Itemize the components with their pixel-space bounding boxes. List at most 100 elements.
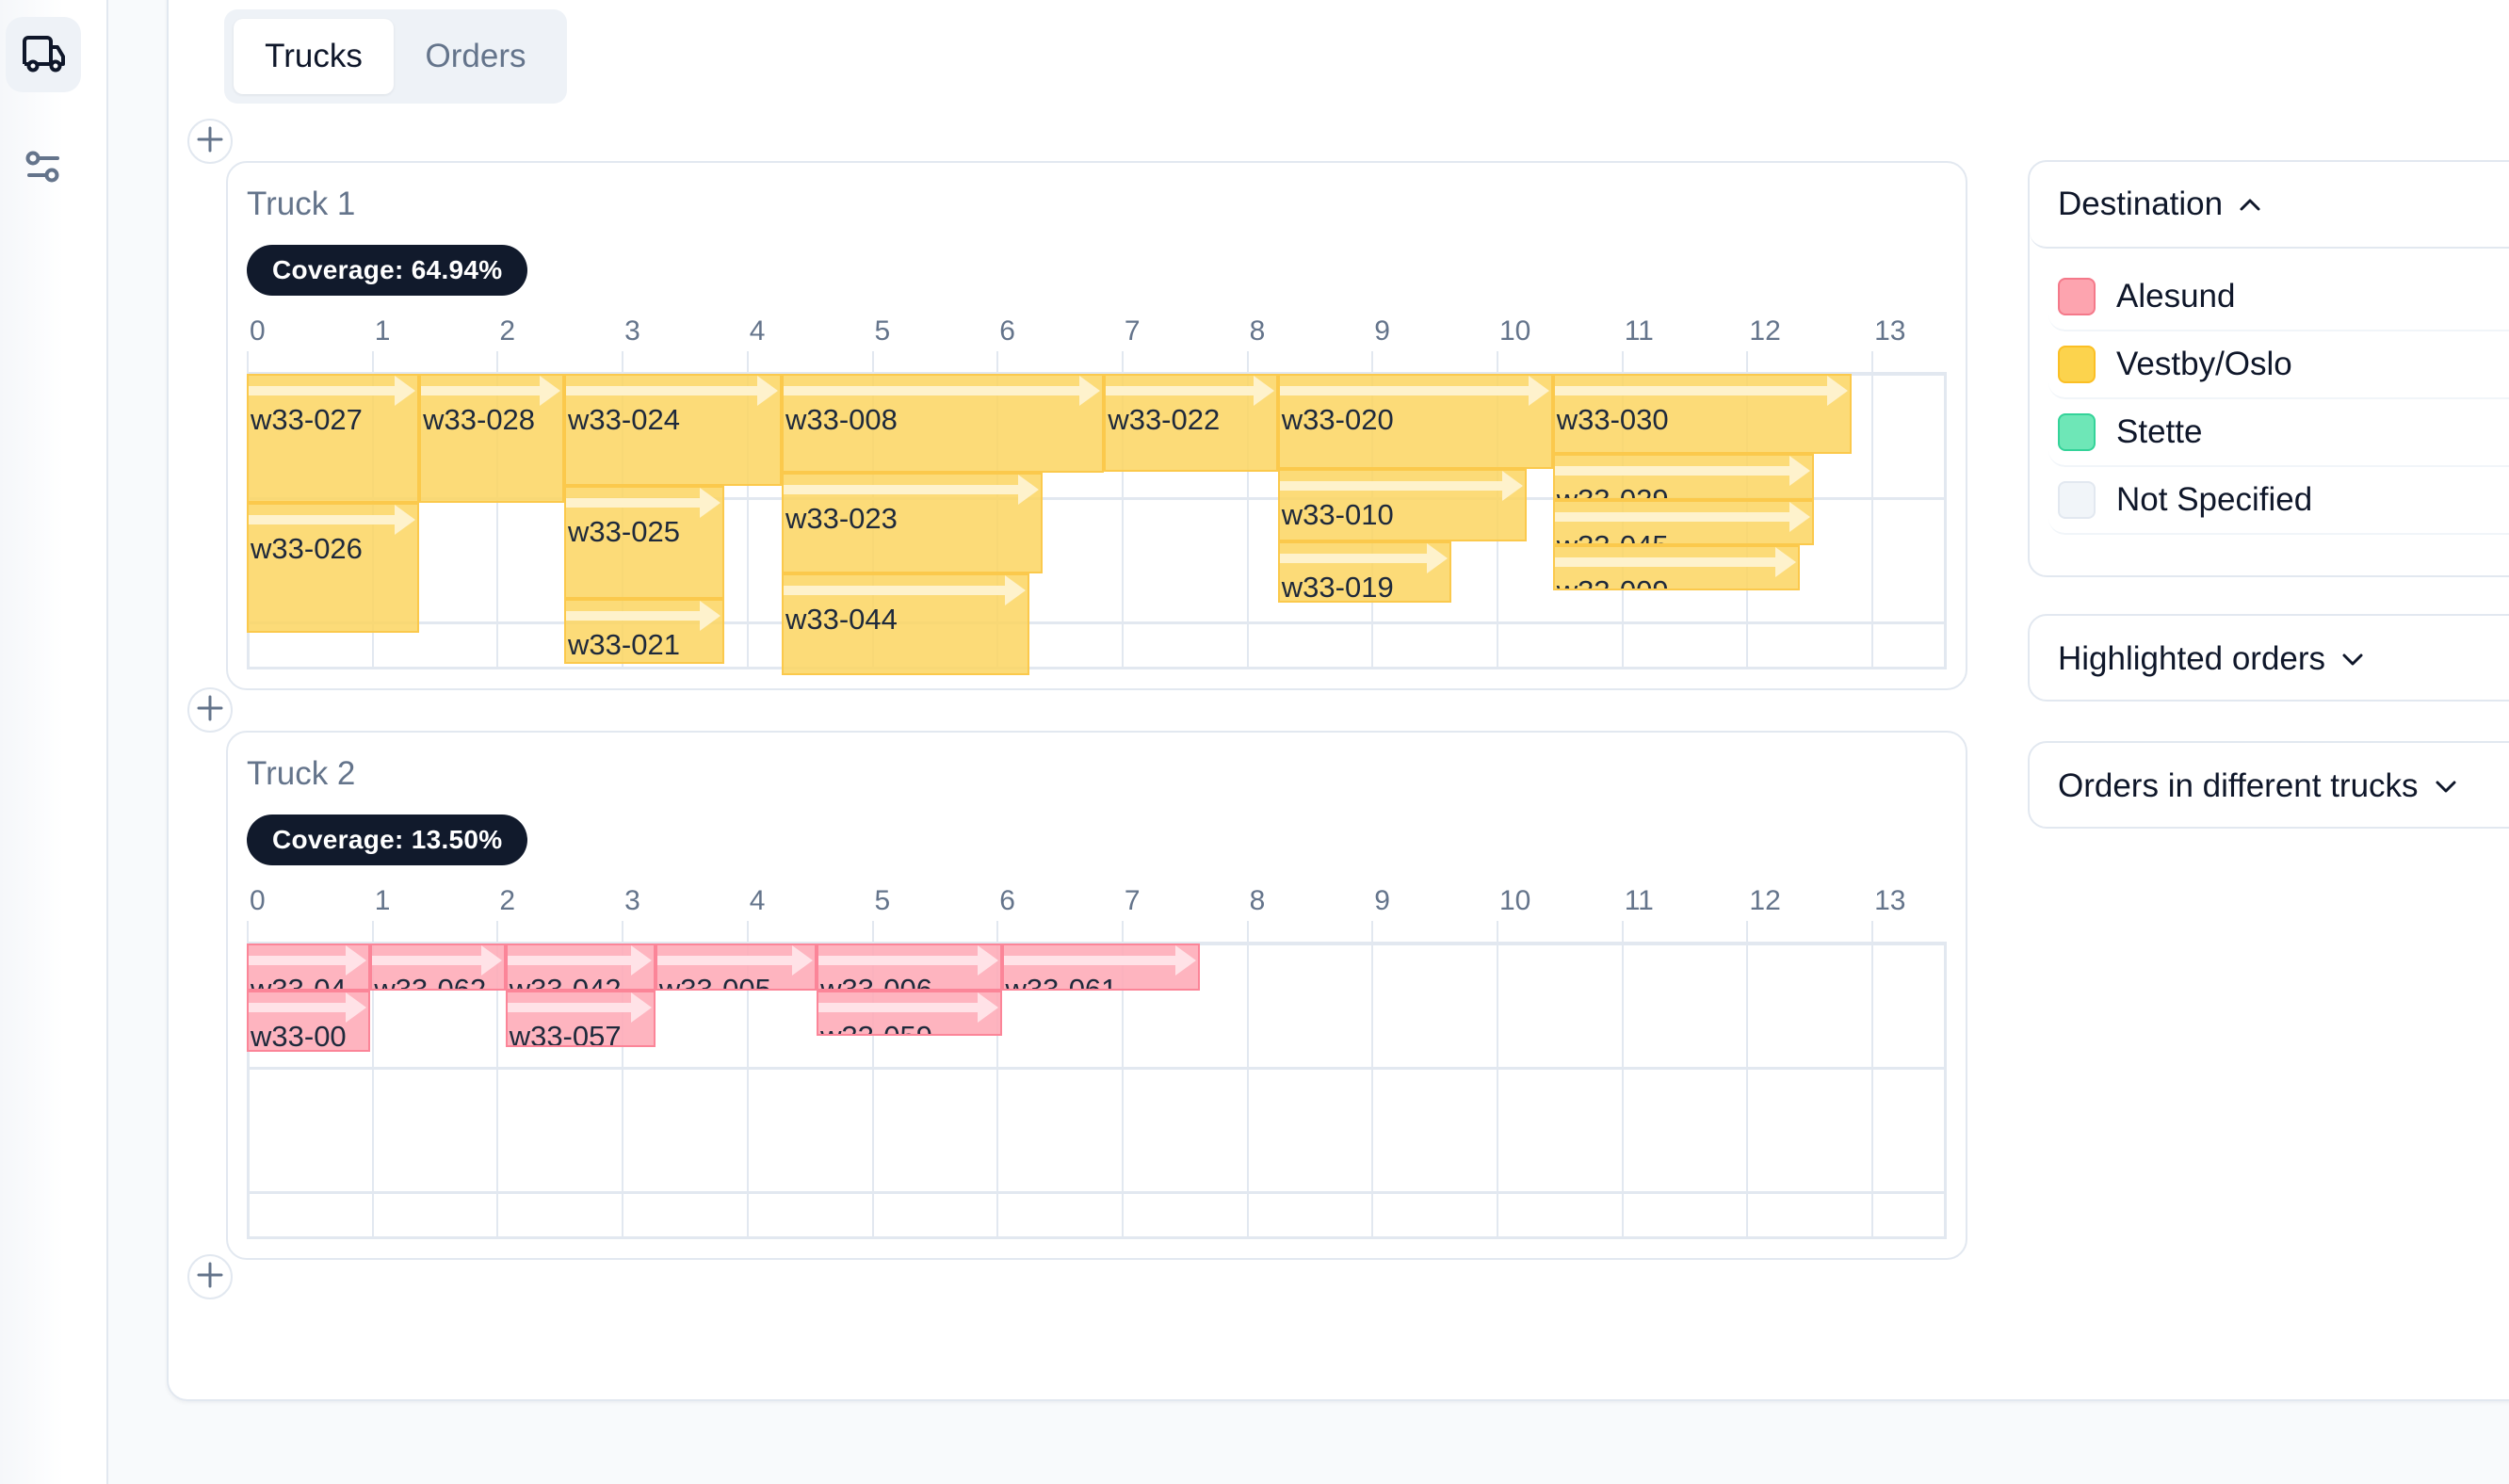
order-block[interactable]: w33-045	[1552, 500, 1815, 545]
order-block[interactable]: w33-010	[1277, 468, 1527, 541]
add-truck-button[interactable]	[187, 1254, 233, 1299]
destination-legend: Alesund Vestby/Oslo Stette Not Specified	[2030, 249, 2509, 556]
axis-tick-label: 8	[1249, 885, 1266, 916]
legend-item-vestby-oslo[interactable]: Vestby/Oslo	[2048, 331, 2509, 399]
direction-arrow-icon	[249, 504, 416, 535]
axis-tick-label: 5	[874, 315, 891, 347]
order-id: w33-00	[251, 1020, 347, 1053]
direction-arrow-icon	[1279, 376, 1549, 406]
order-block[interactable]: w33-020	[1277, 374, 1553, 469]
axis-tick-label: 3	[624, 315, 640, 347]
legend-item-alesund[interactable]: Alesund	[2048, 264, 2509, 331]
order-block[interactable]: w33-028	[419, 374, 565, 503]
direction-arrow-icon	[1554, 376, 1848, 406]
direction-arrow-icon	[1003, 945, 1197, 976]
order-id: w33-006	[820, 973, 933, 992]
direction-arrow-icon	[818, 992, 998, 1024]
add-truck-button[interactable]	[187, 119, 233, 164]
truck-title: Truck 2	[247, 755, 356, 792]
order-block[interactable]: w33-04	[247, 944, 371, 992]
direction-arrow-icon	[1279, 470, 1523, 501]
grid-line-horizontal	[247, 1066, 1947, 1070]
plus-icon	[196, 125, 224, 158]
order-block[interactable]: w33-057	[505, 991, 656, 1048]
order-block[interactable]: w33-024	[564, 374, 782, 487]
order-id: w33-042	[509, 973, 622, 992]
order-block[interactable]: w33-042	[505, 944, 656, 992]
direction-arrow-icon	[1554, 455, 1811, 486]
order-block[interactable]: w33-030	[1552, 374, 1852, 454]
axis-tick-label: 7	[1124, 315, 1141, 347]
direction-arrow-icon	[783, 474, 1040, 505]
order-id: w33-010	[1281, 497, 1394, 531]
order-block[interactable]: w33-022	[1104, 374, 1278, 472]
order-id: w33-030	[1556, 403, 1669, 436]
sliders-icon	[24, 149, 62, 186]
truck-card: Truck 1 Coverage: 64.94% 0 1 2 3 4 5 6 7 8 9 10 11 1…	[226, 161, 1967, 690]
legend-label: Not Specified	[2116, 481, 2313, 518]
chevron-down-icon	[2340, 652, 2365, 667]
order-block[interactable]: w33-019	[1277, 540, 1452, 603]
axis-tick-label: 5	[874, 885, 891, 916]
sidebar-item-settings[interactable]	[6, 130, 81, 205]
order-block[interactable]: w33-008	[781, 374, 1105, 473]
direction-arrow-icon	[1554, 502, 1811, 533]
destination-panel: Destination Alesund Vestby/Oslo Stette N…	[2028, 160, 2509, 577]
order-block[interactable]: w33-044	[781, 573, 1029, 675]
axis-tick-label: 9	[1374, 315, 1390, 347]
order-block[interactable]: w33-026	[247, 502, 420, 633]
direction-arrow-icon	[1106, 376, 1274, 406]
order-id: w33-062	[374, 973, 487, 992]
order-block[interactable]: w33-00	[247, 991, 371, 1053]
axis-tick-label: 9	[1374, 885, 1390, 916]
tab-trucks[interactable]: Trucks	[234, 19, 394, 94]
order-id: w33-019	[1281, 570, 1394, 603]
axis-tick-label: 6	[999, 885, 1015, 916]
axis-tick-label: 12	[1749, 885, 1781, 916]
direction-arrow-icon	[656, 945, 814, 976]
order-block[interactable]: w33-005	[655, 944, 817, 992]
load-chart: 0 1 2 3 4 5 6 7 8 9 10 11 12 13 w33-027 w33-028 w33-024 w…	[247, 315, 1947, 675]
direction-arrow-icon	[566, 488, 720, 519]
order-id: w33-061	[1005, 973, 1118, 992]
highlighted-orders-panel: Highlighted orders	[2028, 614, 2509, 702]
order-block[interactable]: w33-061	[1001, 944, 1201, 992]
axis-tick-label: 7	[1124, 885, 1141, 916]
order-block[interactable]: w33-021	[564, 598, 724, 664]
tab-orders[interactable]: Orders	[394, 19, 558, 94]
order-block[interactable]: w33-025	[564, 486, 724, 599]
order-block[interactable]: w33-062	[370, 944, 506, 992]
truck-title: Truck 1	[247, 186, 356, 222]
axis-tick-label: 4	[749, 315, 766, 347]
order-id: w33-024	[568, 403, 680, 436]
legend-label: Stette	[2116, 413, 2203, 450]
plus-icon	[196, 1261, 224, 1294]
different-trucks-title: Orders in different trucks	[2058, 767, 2419, 804]
different-trucks-panel: Orders in different trucks	[2028, 741, 2509, 829]
order-block[interactable]: w33-027	[247, 374, 420, 503]
order-id: w33-009	[1557, 574, 1669, 588]
axis-tick-label: 8	[1249, 315, 1266, 347]
color-swatch	[2058, 413, 2096, 451]
order-block[interactable]: w33-029	[1552, 453, 1815, 501]
add-truck-button[interactable]	[187, 687, 233, 733]
order-block[interactable]: w33-009	[1552, 544, 1801, 590]
legend-item-not-specified[interactable]: Not Specified	[2048, 467, 2509, 535]
legend-item-stette[interactable]: Stette	[2048, 399, 2509, 467]
axis-tick-label: 6	[999, 315, 1015, 347]
order-block[interactable]: w33-006	[817, 944, 1002, 992]
sidebar-item-trucks[interactable]	[6, 17, 81, 92]
legend-label: Vestby/Oslo	[2116, 346, 2292, 382]
order-block[interactable]: w33-059	[817, 991, 1002, 1037]
direction-arrow-icon	[249, 376, 416, 406]
destination-header[interactable]: Destination	[2030, 162, 2509, 249]
axis-tick-label: 10	[1499, 315, 1531, 347]
axis-tick-label: 13	[1874, 885, 1906, 916]
highlighted-orders-header[interactable]: Highlighted orders	[2030, 616, 2509, 702]
axis-tick-label: 13	[1874, 315, 1906, 347]
order-block[interactable]: w33-023	[781, 472, 1044, 574]
legend-label: Alesund	[2116, 278, 2236, 315]
different-trucks-header[interactable]: Orders in different trucks	[2030, 743, 2509, 830]
chevron-up-icon	[2238, 197, 2262, 212]
axis-tick-label: 11	[1624, 315, 1654, 347]
